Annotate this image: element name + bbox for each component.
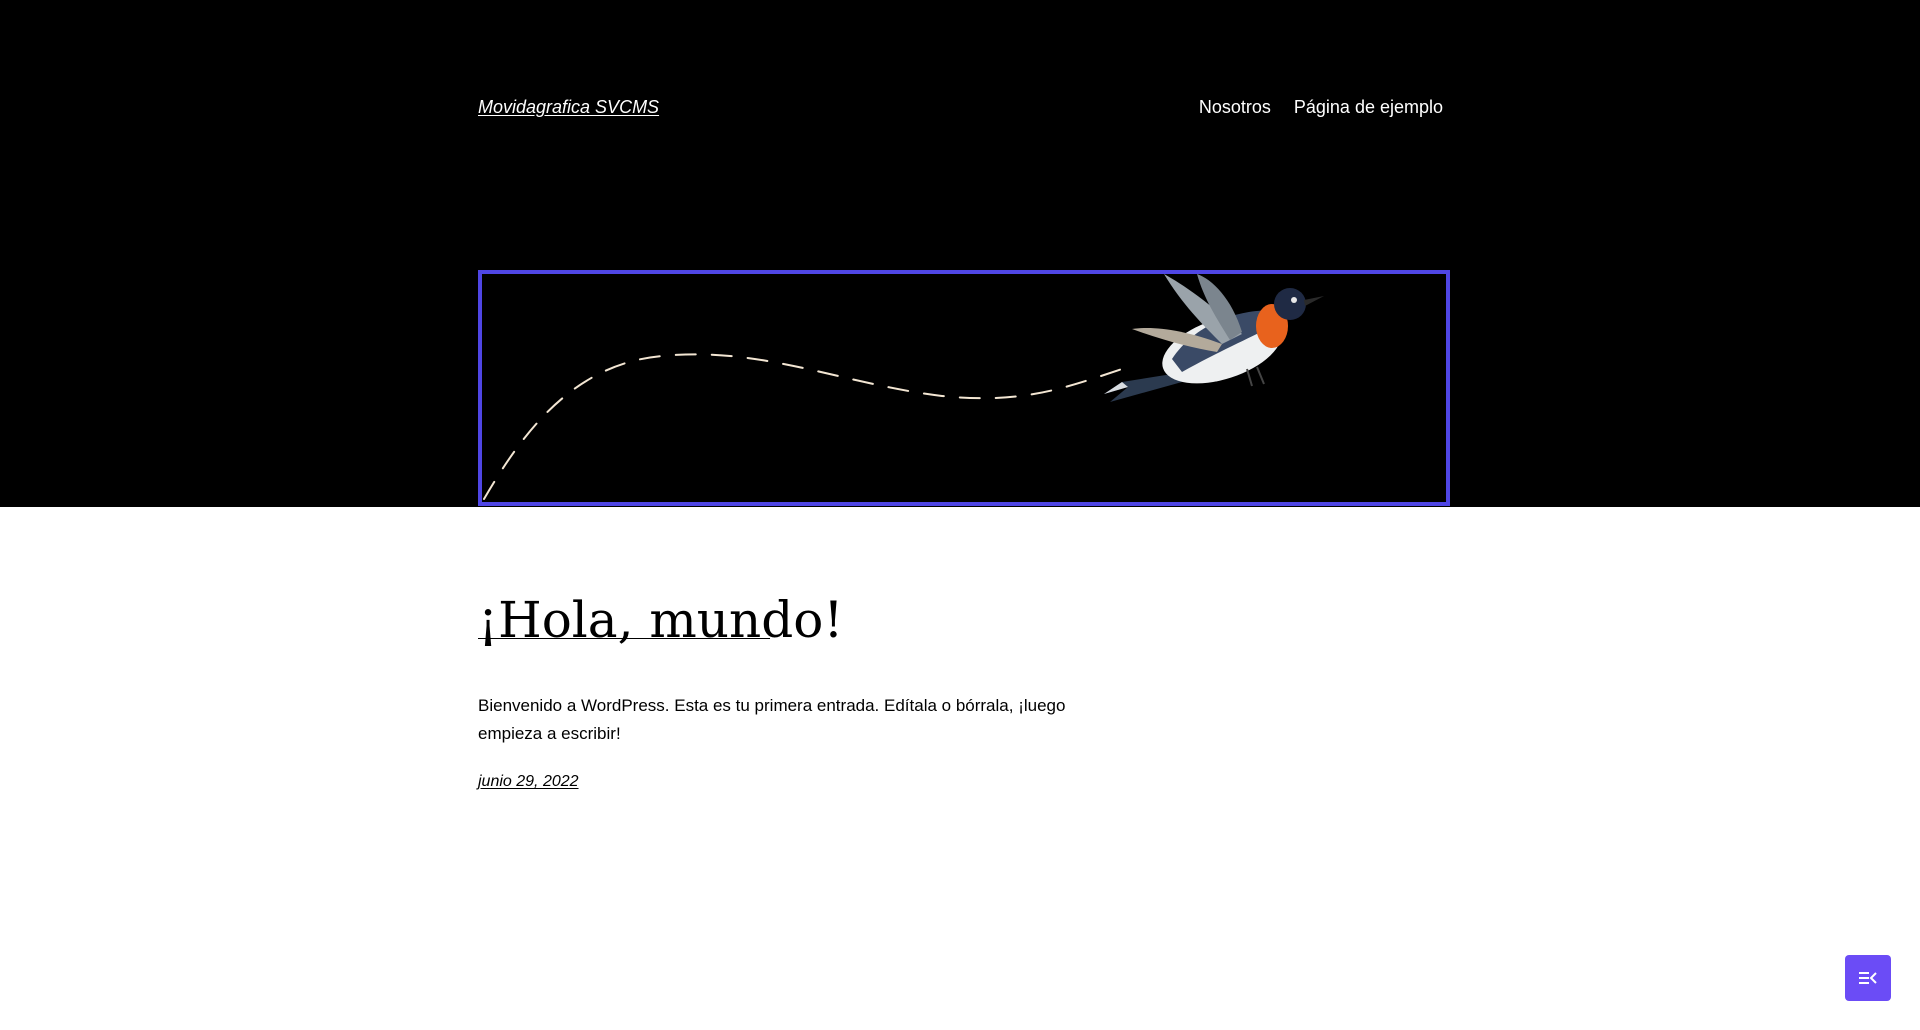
post-title[interactable]: ¡Hola, mundo! <box>478 590 843 650</box>
post-excerpt: Bienvenido a WordPress. Esta es tu prime… <box>478 696 1066 743</box>
site-header: Movidagrafica SVCMS Nosotros Página de e… <box>0 0 1920 507</box>
post-title-underline <box>478 638 770 639</box>
primary-nav: Nosotros Página de ejemplo <box>1199 97 1443 118</box>
bird-illustration <box>1104 274 1324 402</box>
post-date-link[interactable]: junio 29, 2022 <box>478 773 579 791</box>
floating-menu-button[interactable] <box>1845 955 1891 1001</box>
header-illustration <box>483 274 1324 500</box>
nav-item-pagina-de-ejemplo[interactable]: Página de ejemplo <box>1294 97 1443 118</box>
page: Movidagrafica SVCMS Nosotros Página de e… <box>0 0 1920 1030</box>
nav-item-nosotros[interactable]: Nosotros <box>1199 97 1271 118</box>
dashed-flight-path <box>483 353 1123 500</box>
site-title-link[interactable]: Movidagrafica SVCMS <box>478 97 659 118</box>
header-image <box>478 270 1450 506</box>
collapse-menu-icon <box>1859 972 1877 984</box>
